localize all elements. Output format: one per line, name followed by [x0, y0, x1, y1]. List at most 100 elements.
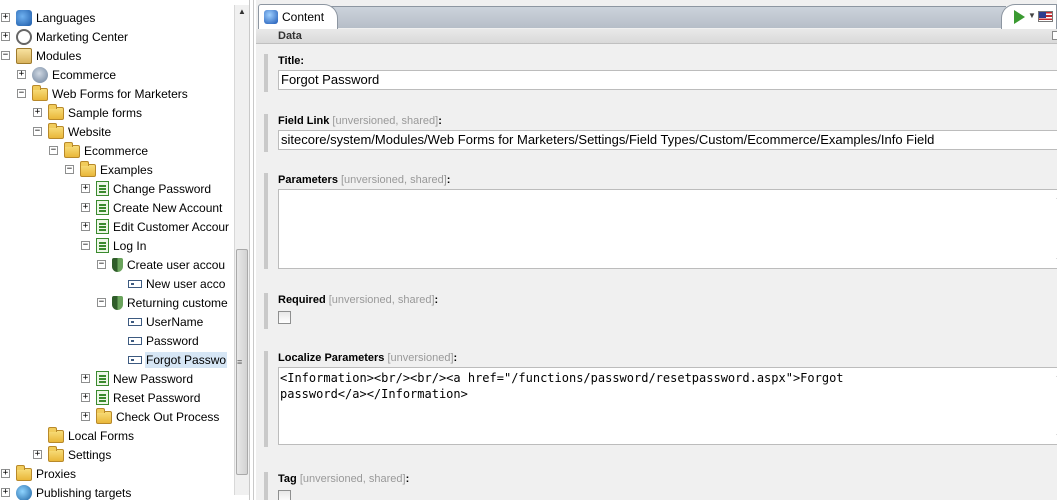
tree-item-label: Create user accou — [127, 257, 226, 272]
tree-expander-icon[interactable]: + — [1, 32, 10, 41]
tree-item[interactable]: Settings — [48, 445, 112, 464]
tree-expander-icon[interactable]: + — [1, 469, 10, 478]
tree-item[interactable]: Returning custome — [112, 293, 229, 312]
tree-expander-icon[interactable]: − — [97, 298, 106, 307]
ecommerce-icon — [32, 66, 48, 83]
tree-item-label: Sample forms — [68, 105, 143, 120]
tree-expander-icon[interactable]: + — [17, 70, 26, 79]
tree-item[interactable]: Sample forms — [48, 103, 143, 122]
tree-expander-icon[interactable]: + — [81, 222, 90, 231]
tree-item[interactable]: Change Password — [96, 179, 212, 198]
tree-item[interactable]: New user acco — [128, 274, 226, 293]
tree-expander-icon[interactable]: + — [33, 108, 42, 117]
folder-icon — [16, 465, 32, 481]
tree-item[interactable]: Create user accou — [112, 255, 226, 274]
section-title: Data — [278, 30, 302, 42]
section-header[interactable]: Data — [256, 29, 1057, 44]
scroll-up-arrow-icon[interactable]: ▲ — [235, 5, 249, 19]
tree-item-label: Web Forms for Marketers — [52, 86, 188, 101]
tree-item[interactable]: New Password — [96, 369, 194, 388]
tree-expander-icon[interactable]: − — [33, 127, 42, 136]
folder-icon — [32, 85, 48, 101]
tree-item-label: Publishing targets — [36, 485, 132, 500]
form-icon — [96, 200, 109, 215]
tree-item-label: New user acco — [146, 276, 226, 291]
field-title-label: Title: — [278, 55, 305, 67]
section-icon — [112, 295, 123, 310]
tree-expander-icon[interactable]: + — [81, 203, 90, 212]
tree-expander-icon[interactable]: − — [65, 165, 74, 174]
tree-expander-icon[interactable]: − — [1, 51, 10, 60]
parameters-scrollbar[interactable]: ▲ ▼ — [1052, 190, 1057, 268]
tree-scrollbar[interactable]: ▲ ≡ — [234, 5, 249, 495]
field-field-link: Field Link [unversioned, shared]: siteco… — [264, 114, 1057, 152]
tree-item-label: Ecommerce — [84, 143, 149, 158]
language-flag-icon[interactable] — [1038, 11, 1053, 22]
tree-item[interactable]: Ecommerce — [32, 65, 117, 84]
tree-item[interactable]: Edit Customer Accour — [96, 217, 230, 236]
tree-item[interactable]: Create New Account — [96, 198, 223, 217]
navigate-arrow-icon[interactable] — [1014, 10, 1025, 24]
tab-track — [326, 6, 1006, 28]
tree-expander-icon[interactable]: − — [49, 146, 58, 155]
tree-item[interactable]: Proxies — [16, 464, 77, 483]
folder-icon — [48, 123, 64, 139]
collapse-icon[interactable] — [1052, 31, 1057, 40]
tree-item[interactable]: Log In — [96, 236, 147, 255]
tag-label: Tag [unversioned, shared]: — [278, 473, 410, 485]
localize-parameters-scrollbar[interactable]: ▲ ▼ — [1052, 368, 1057, 444]
chevron-down-icon[interactable]: ▼ — [1028, 11, 1036, 20]
field-icon — [128, 356, 142, 364]
tree-item-label: Create New Account — [113, 200, 223, 215]
field-icon — [128, 318, 142, 326]
field-icon — [128, 337, 142, 345]
localize-parameters-label: Localize Parameters [unversioned]: — [278, 352, 458, 364]
tab-content[interactable]: Content — [258, 4, 338, 29]
tree-expander-icon[interactable]: − — [81, 241, 90, 250]
required-checkbox[interactable] — [278, 311, 291, 324]
tree-expander-icon[interactable]: + — [81, 412, 90, 421]
folder-icon — [96, 408, 112, 424]
field-link-select[interactable]: sitecore/system/Modules/Web Forms for Ma… — [278, 130, 1057, 150]
tree-item[interactable]: Forgot Passwo — [128, 350, 228, 369]
tree-item[interactable]: Ecommerce — [64, 141, 149, 160]
tree-item[interactable]: Password — [128, 331, 200, 350]
tree-item-label: UserName — [146, 314, 204, 329]
tree-expander-icon[interactable]: + — [81, 393, 90, 402]
section-icon — [112, 257, 123, 272]
tree-item[interactable]: Local Forms — [48, 426, 135, 445]
title-input[interactable]: Forgot Password — [278, 70, 1057, 90]
tree-item[interactable]: Check Out Process — [96, 407, 220, 426]
tree-item[interactable]: Publishing targets — [16, 483, 132, 500]
localize-parameters-textarea[interactable]: <Information><br/><br/><a href="/functio… — [278, 367, 1057, 445]
tree-expander-icon[interactable]: − — [97, 260, 106, 269]
publish-icon — [16, 484, 32, 500]
tree-item[interactable]: Website — [48, 122, 112, 141]
tree-item[interactable]: Reset Password — [96, 388, 201, 407]
tree-item[interactable]: Languages — [16, 8, 96, 27]
tree-expander-icon[interactable]: + — [81, 374, 90, 383]
tree-item-label: Edit Customer Accour — [113, 219, 230, 234]
tree-expander-icon[interactable]: + — [33, 450, 42, 459]
tab-strip: Content ▼ — [256, 0, 1057, 29]
tree-item[interactable]: Examples — [80, 160, 154, 179]
content-editor: Content ▼ Data Title: Forgot Password Fi… — [256, 0, 1057, 500]
pane-splitter[interactable] — [249, 0, 256, 500]
tree-expander-icon[interactable]: + — [1, 13, 10, 22]
grip-icon: ≡ — [237, 357, 243, 367]
tree-item-label: Password — [146, 333, 199, 348]
folder-icon — [80, 161, 96, 177]
tag-checkbox[interactable] — [278, 490, 291, 500]
field-localize-parameters: Localize Parameters [unversioned]: <Info… — [264, 351, 1057, 447]
parameters-textarea[interactable]: ▲ ▼ — [278, 189, 1057, 269]
tree-expander-icon[interactable]: + — [81, 184, 90, 193]
tree-item[interactable]: Web Forms for Marketers — [32, 84, 189, 103]
tree-item-label: Returning custome — [127, 295, 228, 310]
tab-options[interactable]: ▼ — [1001, 4, 1057, 29]
tree-expander-icon[interactable]: − — [17, 89, 26, 98]
tree-item[interactable]: Modules — [16, 46, 82, 65]
tree-item[interactable]: Marketing Center — [16, 27, 129, 46]
form-icon — [96, 181, 109, 196]
tree-expander-icon[interactable]: + — [1, 488, 10, 497]
tree-item[interactable]: UserName — [128, 312, 204, 331]
